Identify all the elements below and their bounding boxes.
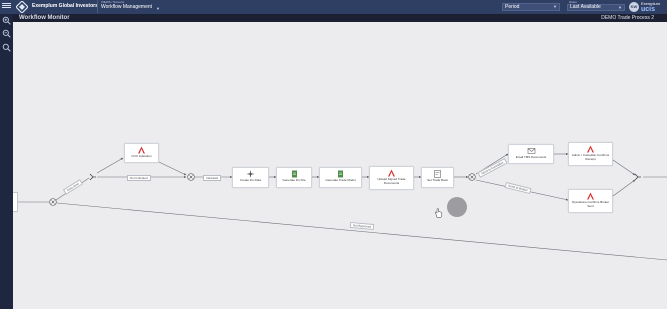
module-value: Workflow Management: [101, 4, 153, 10]
period-value: Period: [505, 4, 520, 10]
node-label: Admin / Custodian Confirms Receipt: [571, 153, 610, 161]
node-generate-fix-file[interactable]: Generate Fix File: [276, 167, 312, 188]
company-logo-icon: [16, 1, 28, 13]
workflow-canvas[interactable]: CCO Indication Create Fix Data Generate …: [13, 22, 667, 309]
search-icon[interactable]: [2, 43, 11, 52]
node-email-tms-documents[interactable]: Email TMS Documents: [508, 144, 554, 164]
zoom-in-icon[interactable]: [2, 16, 11, 25]
acrobat-icon: [587, 145, 594, 153]
hamburger-menu-icon[interactable]: [2, 2, 11, 11]
click-indicator: [447, 197, 467, 217]
node-label: Generate Trade Model: [325, 178, 356, 182]
document-icon: [291, 170, 297, 178]
node-label: CCO Indication: [131, 154, 152, 158]
merge-gateway-icon[interactable]: [89, 173, 97, 181]
node-label: Email TMS Documents: [515, 155, 547, 159]
gateway-icon[interactable]: [187, 173, 195, 181]
page-title: Workflow Monitor: [19, 15, 70, 21]
node-label: Upload Signed Trade Documents: [377, 177, 406, 185]
email-icon: [527, 148, 535, 154]
acrobat-icon: [388, 169, 395, 177]
node-admin-custodian-confirms-receipt[interactable]: Admin / Custodian Confirms Receipt: [568, 142, 613, 166]
node-create-fix-data[interactable]: Create Fix Data: [232, 167, 269, 188]
process-name: DEMO Trade Process 2: [601, 15, 654, 21]
chevron-down-icon: ▼: [156, 6, 160, 11]
user-branding: Exemplum ucis: [641, 1, 667, 13]
node-label: Set Trade Book: [427, 178, 448, 182]
workflow-monitor-app: Exemplum Global Investors VIEWS / Screen…: [0, 0, 667, 309]
node-set-trade-book[interactable]: Set Trade Book: [421, 167, 454, 188]
node-label: Operations Confirms Broker Sent: [571, 200, 610, 208]
gateway-icon[interactable]: [468, 173, 476, 181]
node-label: Create Fix Data: [239, 178, 261, 182]
edge-label-not-indicated: Not Indicated: [127, 175, 151, 181]
dates-value: Last Available: [570, 4, 601, 10]
node-upload-signed-trade-documents[interactable]: Upload Signed Trade Documents: [369, 166, 414, 190]
top-bar: Exemplum Global Investors VIEWS / Screen…: [0, 0, 667, 14]
form-icon: [434, 170, 441, 178]
brand-name: Exemplum Global Investors: [32, 3, 98, 9]
edge-label-indicated: Indicated: [203, 175, 222, 181]
acrobat-icon: [587, 192, 594, 200]
left-tool-rail: [0, 14, 13, 309]
dates-selector[interactable]: Dates Last Available ▼: [567, 0, 625, 13]
hand-cursor-icon: [434, 208, 443, 218]
merge-gateway-icon[interactable]: [634, 173, 642, 181]
workflow-subheader: Workflow Monitor DEMO Trade Process 2: [13, 14, 667, 22]
node-label: Generate Fix File: [282, 178, 306, 182]
document-icon: [338, 170, 343, 178]
sparkle-icon: [246, 170, 255, 178]
acrobat-icon: [138, 146, 145, 154]
zoom-out-icon[interactable]: [2, 29, 11, 38]
gateway-icon[interactable]: [49, 198, 57, 206]
start-node[interactable]: [13, 192, 18, 212]
product-logo-text: ucis: [641, 6, 656, 13]
chevron-down-icon: ▼: [553, 4, 557, 9]
module-selector[interactable]: VIEWS / Screens Workflow Management ▼: [97, 0, 162, 13]
chevron-down-icon: ▼: [618, 5, 622, 10]
user-avatar[interactable]: KW: [629, 2, 639, 12]
node-generate-trade-model[interactable]: Generate Trade Model: [319, 167, 362, 188]
node-cco-indication[interactable]: CCO Indication: [124, 143, 159, 163]
period-select[interactable]: Period ▼: [502, 3, 560, 11]
node-operations-confirms-broker-sent[interactable]: Operations Confirms Broker Sent: [568, 189, 613, 213]
